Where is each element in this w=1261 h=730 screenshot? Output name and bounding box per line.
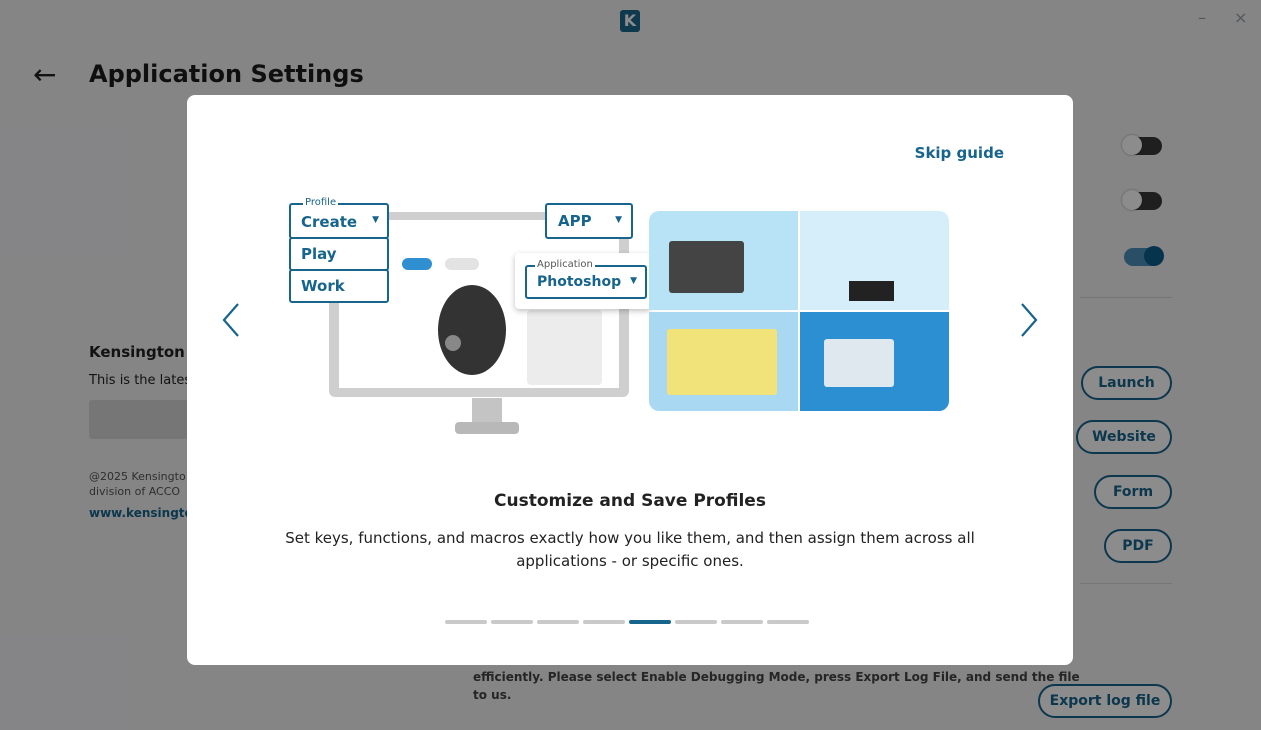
prev-arrow-icon[interactable] (220, 300, 244, 340)
skip-guide-link[interactable]: Skip guide (915, 144, 1004, 162)
next-arrow-icon[interactable] (1016, 300, 1040, 340)
page-dot-2[interactable] (491, 620, 533, 624)
application-popup: Application Photoshop ▼ (515, 253, 651, 309)
caret-down-icon: ▼ (372, 215, 379, 225)
illustration: Profile Create ▼ Play Work APP ▼ Applica… (287, 197, 957, 445)
caret-down-icon: ▼ (615, 215, 622, 225)
page-dot-7[interactable] (721, 620, 763, 624)
profile-dropdown: Profile Create ▼ (289, 197, 389, 239)
app-dropdown: APP ▼ (545, 203, 633, 239)
caret-down-icon: ▼ (630, 276, 637, 286)
guide-modal: Skip guide Profile Create ▼ Play Work AP… (187, 95, 1073, 665)
profile-label: Profile (303, 197, 339, 208)
application-dropdown: Application Photoshop ▼ (525, 259, 647, 299)
pagination (445, 620, 815, 624)
page-dot-4[interactable] (583, 620, 625, 624)
page-dot-5[interactable] (629, 620, 671, 624)
page-dot-1[interactable] (445, 620, 487, 624)
profile-option-play: Play (289, 237, 389, 271)
modal-title: Customize and Save Profiles (494, 491, 766, 511)
profile-option-work: Work (289, 269, 389, 303)
profile-option-create: Create (301, 213, 358, 231)
modal-description: Set keys, functions, and macros exactly … (285, 529, 975, 570)
usage-scenes-illustration (649, 211, 949, 411)
page-dot-3[interactable] (537, 620, 579, 624)
page-dot-8[interactable] (767, 620, 809, 624)
page-dot-6[interactable] (675, 620, 717, 624)
